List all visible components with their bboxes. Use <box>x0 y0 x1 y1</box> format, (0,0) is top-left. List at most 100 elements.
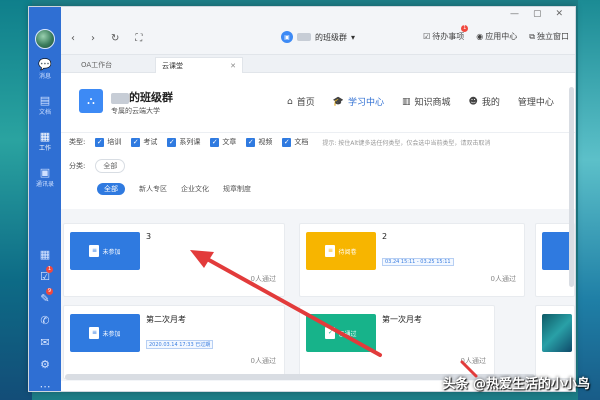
nav-knowledge-mall[interactable]: ▥ 知识商城 <box>401 95 451 109</box>
tab-cloud-classroom[interactable]: 云课堂 ✕ <box>155 57 243 73</box>
document-icon: ▤ <box>39 93 51 107</box>
fullscreen-icon[interactable]: ⛶ <box>135 33 142 44</box>
nav-home[interactable]: ⌂ 首页 <box>287 95 315 109</box>
course-date: 03.24 15:11 - 03.25 15:11 <box>382 258 454 266</box>
nav-label: 我的 <box>481 98 500 108</box>
more-icon[interactable]: ⋯ <box>29 375 61 392</box>
avatar[interactable] <box>35 29 55 49</box>
course-title: 第二次月考 <box>146 315 186 324</box>
org-name: 的班级群 <box>111 89 173 105</box>
check-icon: ✓ <box>131 137 141 147</box>
user-icon: ☻ <box>468 96 478 107</box>
refresh-icon[interactable]: ↻ <box>111 33 119 44</box>
course-title: 2 <box>382 232 388 241</box>
desktop-background-right <box>578 0 600 400</box>
mail-icon[interactable]: ✉ <box>29 331 61 353</box>
check-icon: ✓ <box>246 137 256 147</box>
pass-count: 0人通过 <box>250 357 276 365</box>
type-checkbox-exam[interactable]: ✓ 考试 <box>131 137 157 147</box>
course-date: 2020.03.14 17:33 已过期 <box>146 340 214 349</box>
sidebar-bottom-tools: ▦ ☑ 1 ✎ 9 ✆ ✉ ⚙ ⋯ <box>29 243 61 392</box>
check-icon: ✓ <box>282 137 292 147</box>
phone-icon[interactable]: ✆ <box>29 309 61 331</box>
home-icon: ⌂ <box>287 96 293 107</box>
type-filter-row: 类型: ✓ 培训 ✓ 考试 ✓ 系列课 ✓ 文章 ✓ 视频 ✓ 文档 提示: 按住Alt键多… <box>69 137 490 147</box>
todo-button[interactable]: ☑ 待办事项 1 <box>423 25 469 42</box>
apps-icon: ◉ <box>476 32 484 41</box>
top-actions: ☑ 待办事项 1 ◉ 应用中心 ⧉ 独立窗口 <box>423 25 569 42</box>
back-icon[interactable]: ‹ <box>71 33 75 44</box>
nav-mine[interactable]: ☻ 我的 <box>468 95 500 109</box>
settings-icon[interactable]: ⚙ <box>29 353 61 375</box>
type-checkbox-article[interactable]: ✓ 文章 <box>210 137 236 147</box>
standalone-label: 独立窗口 <box>537 32 569 41</box>
category-tab-rules[interactable]: 规章制度 <box>223 184 251 194</box>
type-checkbox-video[interactable]: ✓ 视频 <box>246 137 272 147</box>
sidebar-item-messages[interactable]: 💬 消息 <box>29 53 61 85</box>
pin-badge: 9 <box>46 288 53 295</box>
nav-label: 管理中心 <box>517 98 554 108</box>
nav-learning-center[interactable]: 🎓 学习中心 <box>332 95 384 109</box>
type-checkbox-series[interactable]: ✓ 系列课 <box>167 137 200 147</box>
close-icon[interactable]: ✕ <box>555 9 563 19</box>
sidebar-item-label: 消息 <box>38 72 51 80</box>
forward-icon[interactable]: › <box>91 33 95 44</box>
course-grid: ≡ 未参加 3 0人通过 ≡ 待阅卷 2 03.24 15:11 - 03.25 1… <box>61 209 575 381</box>
course-card-partial[interactable] <box>535 305 575 379</box>
pin-icon[interactable]: ✎ 9 <box>29 287 61 309</box>
vertical-scrollbar[interactable] <box>569 87 574 287</box>
type-checkbox-document[interactable]: ✓ 文档 <box>282 137 308 147</box>
sidebar-item-label: 通讯录 <box>35 180 54 188</box>
standalone-window-button[interactable]: ⧉ 独立窗口 <box>529 31 569 42</box>
todo-icon[interactable]: ☑ 1 <box>29 265 61 287</box>
checkbox-label: 文档 <box>294 138 309 146</box>
pass-count: 0人通过 <box>250 275 276 283</box>
course-card[interactable]: ≡ 未参加 第二次月考 2020.03.14 17:33 已过期 0人通过 <box>63 305 285 379</box>
tab-oa-workbench[interactable]: OA工作台 <box>75 57 149 73</box>
document-icon: ≡ <box>325 245 336 257</box>
check-icon: ✓ <box>95 137 105 147</box>
watermark-text: 头条 @热爱生活的小小鸟 <box>442 377 590 392</box>
type-label: 类型: <box>69 138 86 146</box>
sidebar-item-contacts[interactable]: ▣ 通讯录 <box>29 161 61 193</box>
check-icon: ✓ <box>167 137 177 147</box>
category-filter-row: 分类: 全部 <box>69 159 126 173</box>
chevron-down-icon: ▾ <box>351 32 356 42</box>
minimize-icon[interactable]: — <box>510 9 519 19</box>
pass-count: 0人通过 <box>490 275 516 283</box>
course-thumbnail: ≡ 待阅卷 <box>306 232 376 270</box>
group-switcher[interactable]: ▣ 的班级群 ▾ <box>281 31 355 43</box>
nav-admin-center[interactable]: 管理中心 <box>518 95 554 108</box>
graduation-icon: 🎓 <box>332 96 344 107</box>
course-title: 3 <box>146 232 152 241</box>
status-text: 已通过 <box>338 330 357 338</box>
checkbox-label: 培训 <box>107 138 122 146</box>
window-controls: — ▢ ✕ <box>510 9 563 19</box>
sidebar-item-docs[interactable]: ▤ 文档 <box>29 89 61 121</box>
blurred-name <box>297 33 311 41</box>
org-subtitle: 专属的云端大学 <box>111 107 160 115</box>
calendar-icon[interactable]: ▦ <box>29 243 61 265</box>
close-icon[interactable]: ✕ <box>230 58 236 74</box>
checklist-icon: ☑ <box>423 32 431 41</box>
todo-badge: 1 <box>46 266 53 273</box>
category-tab-all[interactable]: 全部 <box>97 183 125 195</box>
todo-count-badge: 1 <box>461 25 469 32</box>
course-card[interactable]: ✓ 已通过 第一次月考 0人通过 <box>299 305 495 379</box>
app-center-button[interactable]: ◉ 应用中心 <box>476 31 517 42</box>
group-name: 的班级群 <box>315 32 347 42</box>
todo-label: 待办事项 <box>432 32 465 41</box>
course-card[interactable]: ≡ 待阅卷 2 03.24 15:11 - 03.25 15:11 0人通过 <box>299 223 525 297</box>
type-checkbox-training[interactable]: ✓ 培训 <box>95 137 121 147</box>
course-card[interactable]: ≡ 未参加 3 0人通过 <box>63 223 285 297</box>
category-tab-culture[interactable]: 企业文化 <box>181 184 209 194</box>
message-icon: 💬 <box>38 57 52 71</box>
maximize-icon[interactable]: ▢ <box>533 9 542 19</box>
sidebar-item-label: 文档 <box>38 108 51 116</box>
pass-count: 0人通过 <box>460 357 486 365</box>
category-all-pill[interactable]: 全部 <box>95 159 126 173</box>
books-icon: ▥ <box>401 96 411 107</box>
category-tab-newcomer[interactable]: 新人专区 <box>139 184 167 194</box>
sidebar-item-work[interactable]: ▦ 工作 <box>29 125 61 157</box>
checkbox-label: 考试 <box>143 138 158 146</box>
